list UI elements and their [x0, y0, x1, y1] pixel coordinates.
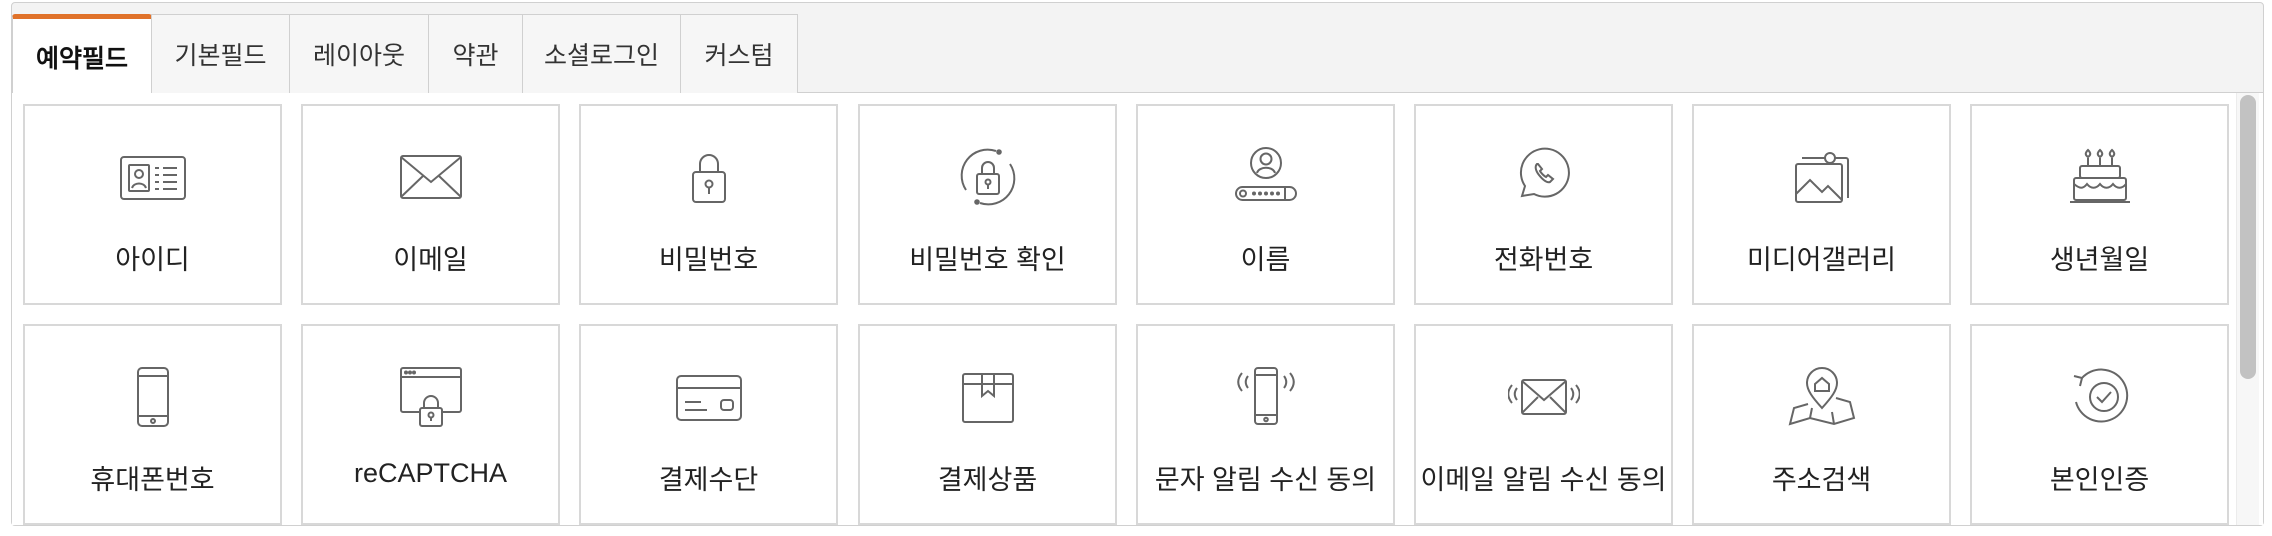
- tab-reserved-fields[interactable]: 예약필드: [12, 14, 152, 94]
- vertical-scrollbar[interactable]: [2236, 93, 2259, 525]
- field-tile-password-confirm[interactable]: 비밀번호 확인: [858, 104, 1117, 305]
- field-label: 문자 알림 수신 동의: [1154, 465, 1377, 495]
- field-label: 이메일 알림 수신 동의: [1420, 465, 1667, 495]
- user-name-icon: [1230, 144, 1302, 210]
- form-field-palette: 예약필드 기본필드 레이아웃 약관 소셜로그인 커스텀 아이디 이메일 비밀번호…: [11, 2, 2264, 526]
- field-tile-mobile[interactable]: 휴대폰번호: [23, 324, 282, 525]
- field-label: 결제상품: [937, 465, 1038, 495]
- field-label: 비밀번호 확인: [909, 245, 1066, 275]
- birthday-cake-icon: [2064, 144, 2136, 210]
- field-label: reCAPTCHA: [353, 458, 508, 488]
- padlock-icon: [673, 144, 745, 210]
- field-label: 전화번호: [1493, 245, 1594, 275]
- phone-bubble-icon: [1508, 144, 1580, 210]
- field-tile-email[interactable]: 이메일: [301, 104, 560, 305]
- field-label: 결제수단: [658, 465, 759, 495]
- field-tile-birthdate[interactable]: 생년월일: [1970, 104, 2229, 305]
- field-label: 생년월일: [2049, 245, 2150, 275]
- field-tile-identity-verification[interactable]: 본인인증: [1970, 324, 2229, 525]
- tab-terms[interactable]: 약관: [428, 14, 523, 93]
- field-label: 비밀번호: [658, 245, 759, 275]
- field-tile-address-search[interactable]: 주소검색: [1692, 324, 1951, 525]
- field-tile-media-gallery[interactable]: 미디어갤러리: [1692, 104, 1951, 305]
- field-label: 본인인증: [2049, 465, 2150, 495]
- tab-custom[interactable]: 커스텀: [680, 14, 798, 93]
- field-tile-payment-product[interactable]: 결제상품: [858, 324, 1117, 525]
- field-tile-recaptcha[interactable]: reCAPTCHA: [301, 324, 560, 525]
- field-tile-id[interactable]: 아이디: [23, 104, 282, 305]
- field-tile-payment-method[interactable]: 결제수단: [579, 324, 838, 525]
- field-label: 미디어갤러리: [1746, 245, 1897, 275]
- field-tile-sms-consent[interactable]: 문자 알림 수신 동의: [1136, 324, 1395, 525]
- envelope-vibrate-icon: [1507, 364, 1580, 430]
- padlock-refresh-icon: [952, 144, 1024, 210]
- mobile-phone-icon: [117, 364, 189, 430]
- field-label: 이름: [1240, 245, 1291, 275]
- map-pin-icon: [1786, 364, 1858, 430]
- field-grid: 아이디 이메일 비밀번호 비밀번호 확인 이름 전화번호 미디어갤러리 생년월일…: [12, 93, 2263, 525]
- verify-check-icon: [2064, 364, 2136, 430]
- field-tile-email-consent[interactable]: 이메일 알림 수신 동의: [1414, 324, 1673, 525]
- field-tile-name[interactable]: 이름: [1136, 104, 1395, 305]
- field-label: 주소검색: [1771, 465, 1872, 495]
- package-box-icon: [952, 364, 1024, 430]
- tab-bar: 예약필드 기본필드 레이아웃 약관 소셜로그인 커스텀: [12, 3, 2263, 94]
- browser-lock-icon: [395, 364, 467, 430]
- phone-vibrate-icon: [1230, 364, 1302, 430]
- field-tile-phone-number[interactable]: 전화번호: [1414, 104, 1673, 305]
- tab-layout[interactable]: 레이아웃: [289, 14, 429, 93]
- credit-card-icon: [673, 364, 745, 430]
- envelope-icon: [395, 144, 467, 210]
- image-gallery-icon: [1786, 144, 1858, 210]
- field-tile-password[interactable]: 비밀번호: [579, 104, 838, 305]
- field-label: 휴대폰번호: [90, 465, 215, 495]
- id-card-icon: [117, 144, 189, 210]
- tab-basic-fields[interactable]: 기본필드: [151, 14, 290, 93]
- field-label: 이메일: [393, 245, 468, 275]
- field-label: 아이디: [115, 245, 190, 275]
- tab-social-login[interactable]: 소셜로그인: [522, 14, 681, 93]
- scrollbar-thumb[interactable]: [2240, 95, 2256, 379]
